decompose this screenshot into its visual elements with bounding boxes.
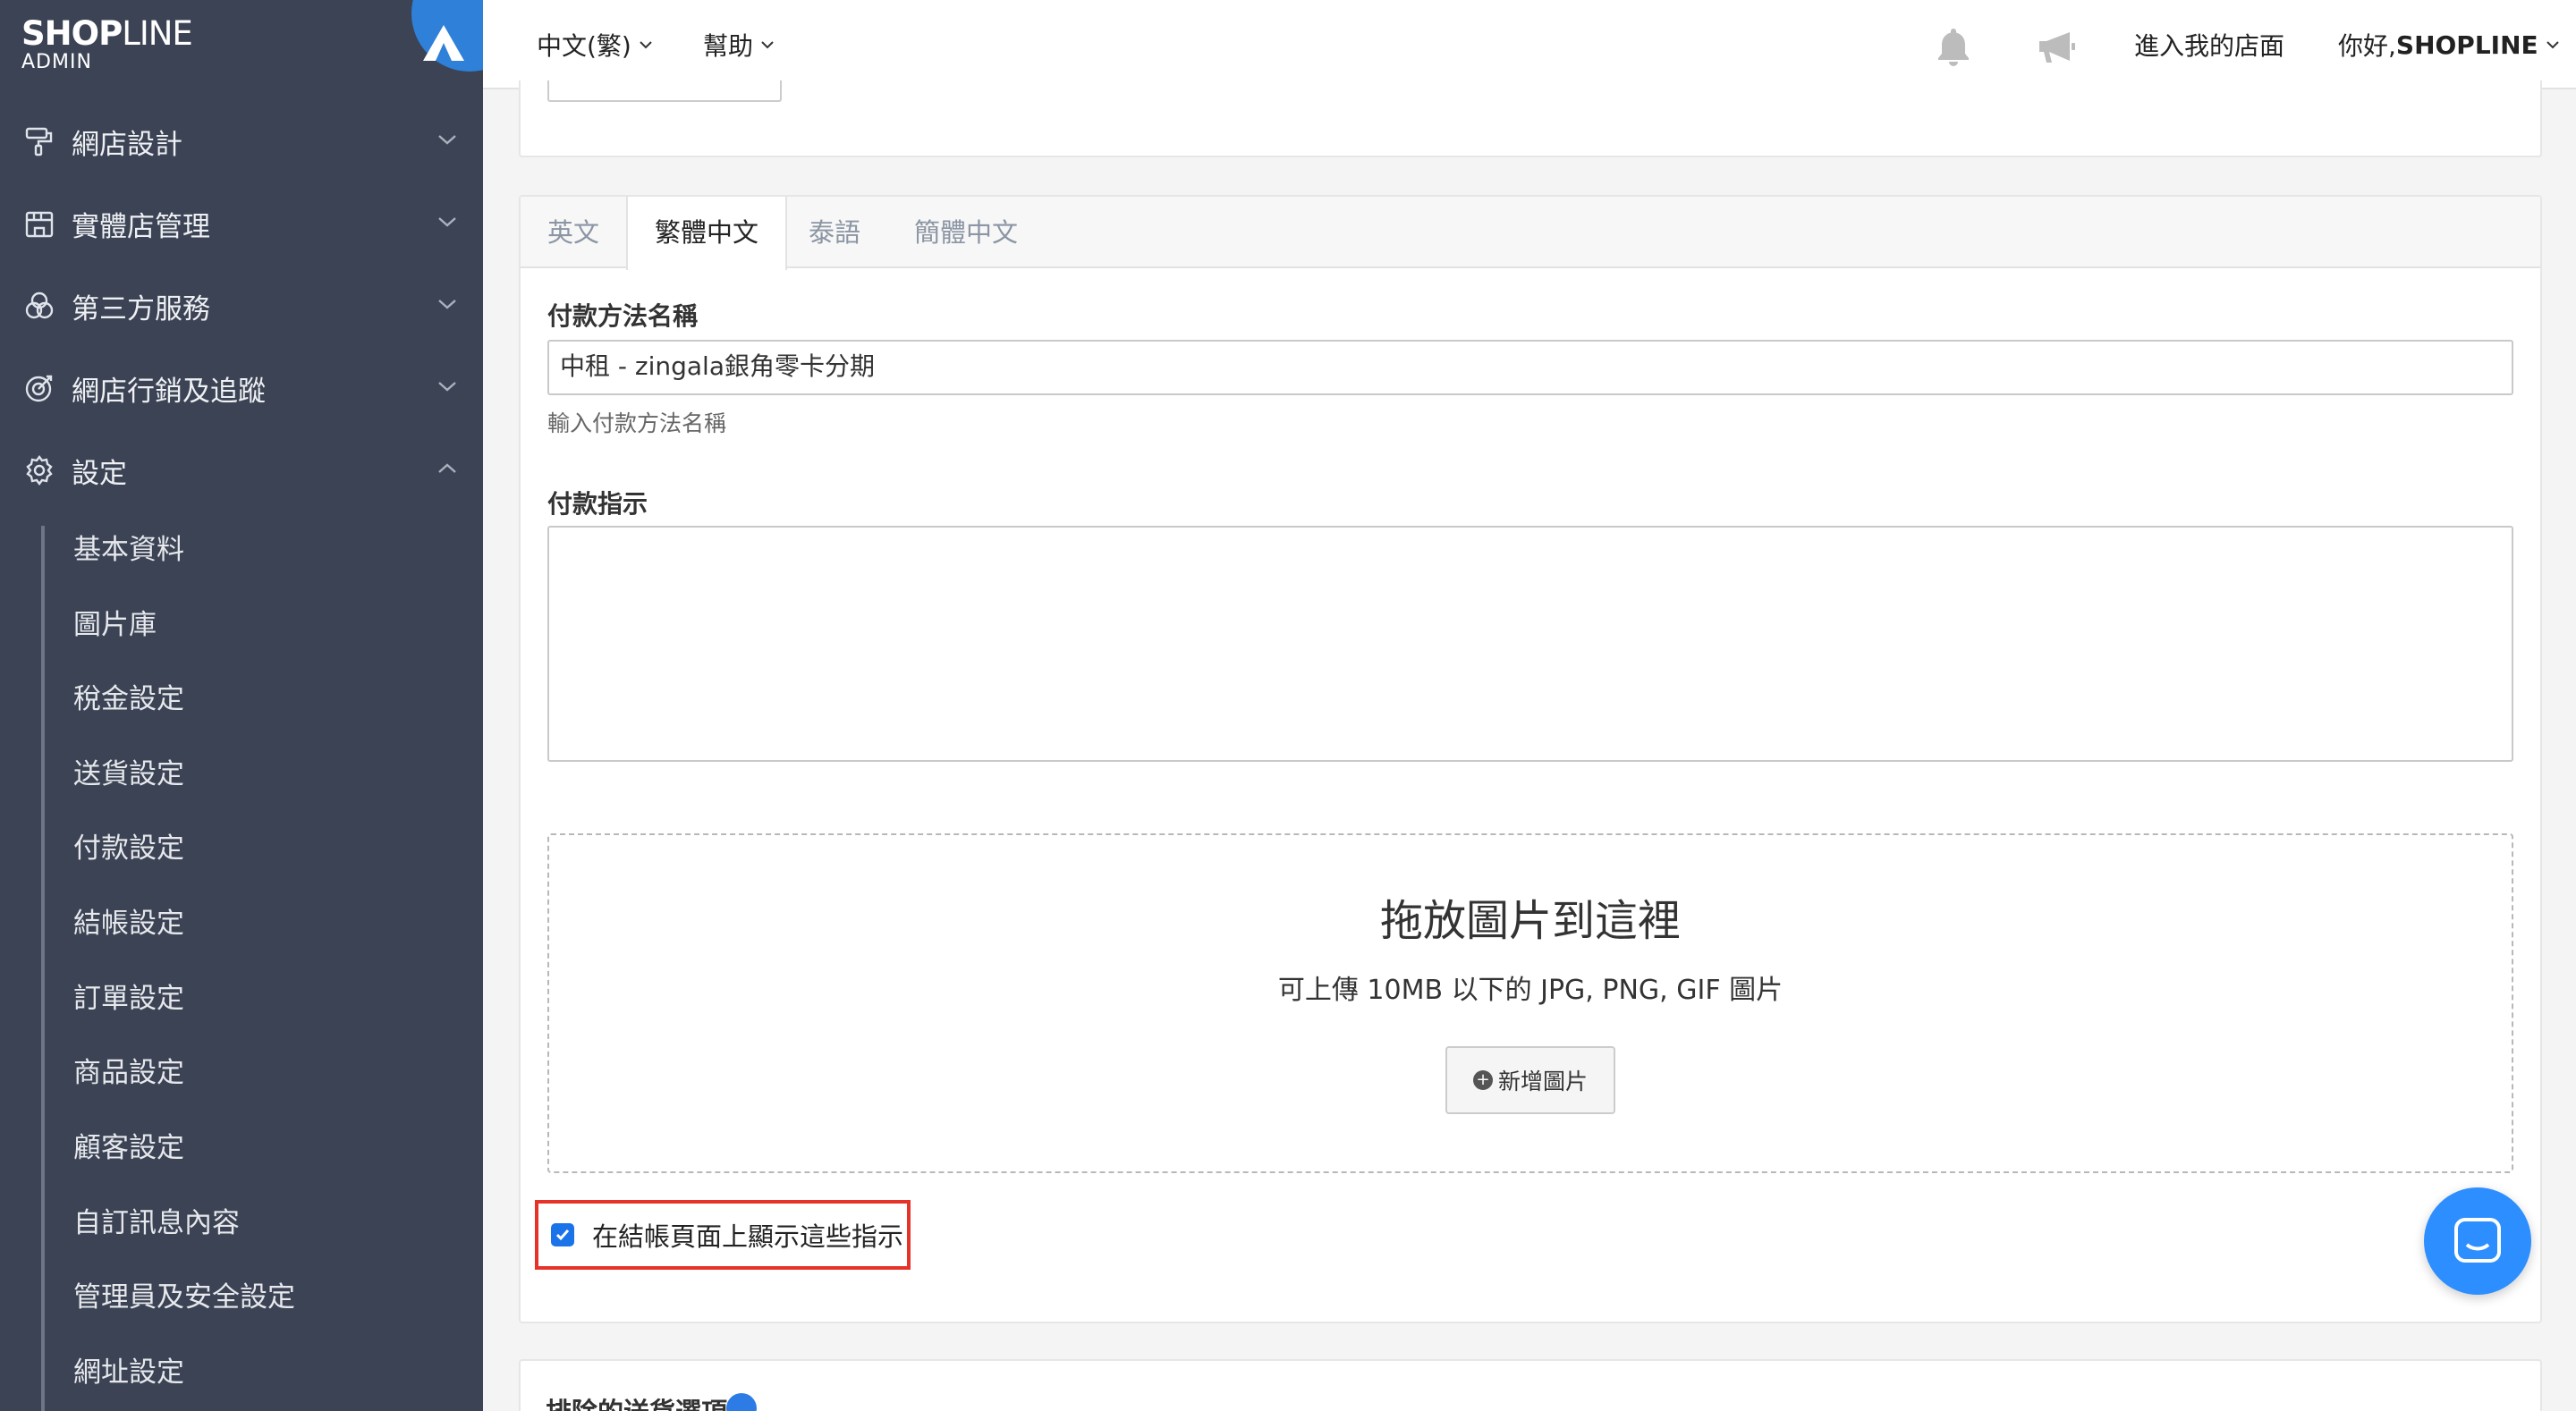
excluded-delivery-label: 排除的送貨選項 [546, 1391, 727, 1411]
dropzone-subtitle: 可上傳 10MB 以下的 JPG, PNG, GIF 圖片 [1277, 975, 1784, 1006]
instructions-textarea[interactable] [547, 526, 2513, 762]
tab-traditional-chinese[interactable]: 繁體中文 [626, 197, 788, 270]
target-icon [25, 375, 53, 402]
sidebar-item-physical-store[interactable]: 實體店管理 [0, 182, 483, 265]
logo-brand: SHOPLINE [21, 14, 193, 53]
add-image-label: 新增圖片 [1497, 1069, 1588, 1094]
sidebar-subitem-media-library[interactable]: 圖片庫 [73, 603, 157, 647]
circles-icon [25, 291, 54, 319]
chevron-down-icon [640, 41, 652, 49]
sidebar-subitem-domain[interactable]: 網址設定 [73, 1350, 184, 1395]
sidebar: SHOPLINE ADMIN 網店設計 實體店管理 第三方服務 網店行銷及追蹤 [0, 0, 483, 1411]
chat-icon [2454, 1218, 2501, 1263]
chevron-down-icon [2546, 41, 2559, 49]
show-instructions-checkbox[interactable] [551, 1223, 574, 1246]
gear-icon [26, 455, 53, 486]
checkmark-icon [555, 1229, 570, 1241]
sidebar-subitem-basic-info[interactable]: 基本資料 [73, 528, 184, 572]
tab-thai[interactable]: 泰語 [809, 197, 860, 268]
sidebar-item-marketing[interactable]: 網店行銷及追蹤 [0, 347, 483, 429]
sidebar-item-label: 網店行銷及追蹤 [72, 375, 266, 408]
language-tabs: 英文 繁體中文 泰語 簡體中文 [521, 197, 2540, 270]
shopline-logo[interactable]: SHOPLINE ADMIN [21, 14, 193, 73]
bell-icon[interactable] [1932, 25, 1975, 68]
chat-launcher-button[interactable] [2424, 1187, 2531, 1295]
sidebar-subitem-product[interactable]: 商品設定 [73, 1051, 184, 1095]
enter-store-label: 進入我的店面 [2134, 31, 2285, 61]
help-dropdown[interactable]: 幫助 [703, 27, 775, 63]
chevron-up-icon [438, 463, 456, 473]
sidebar-item-label: 網店設計 [72, 128, 182, 161]
logo-o: O [71, 14, 99, 53]
plus-circle-icon: + [1472, 1070, 1493, 1090]
sidebar-subitem-checkout[interactable]: 結帳設定 [73, 901, 184, 946]
top-bar: 中文(繁) 幫助 進入我的店面 你好, SHOPLINE [483, 0, 2576, 89]
greeting-label: 你好, [2338, 31, 2396, 61]
store-icon [25, 211, 54, 238]
sidebar-item-store-design[interactable]: 網店設計 [0, 100, 483, 182]
logo-mark-icon[interactable] [411, 0, 483, 72]
sidebar-subitem-order[interactable]: 訂單設定 [73, 976, 184, 1021]
paint-roller-icon [25, 127, 53, 156]
add-image-button[interactable]: + 新增圖片 [1445, 1046, 1615, 1114]
chevron-down-icon [438, 135, 456, 145]
sidebar-item-settings[interactable]: 設定 [0, 429, 483, 511]
sidebar-item-label: 實體店管理 [72, 210, 210, 243]
tab-english[interactable]: 英文 [547, 197, 599, 268]
image-dropzone[interactable]: 拖放圖片到這裡 可上傳 10MB 以下的 JPG, PNG, GIF 圖片 + … [547, 833, 2513, 1173]
logo-mark-shape-inner [436, 43, 452, 61]
user-name: SHOPLINE [2395, 30, 2538, 60]
logo-sub: ADMIN [21, 51, 92, 73]
sidebar-subitem-payment[interactable]: 付款設定 [73, 826, 184, 871]
chevron-down-icon [438, 217, 456, 227]
sidebar-subitem-admin-security[interactable]: 管理員及安全設定 [73, 1275, 295, 1320]
language-dropdown[interactable]: 中文(繁) [537, 27, 653, 63]
sidebar-subitem-tax[interactable]: 稅金設定 [73, 677, 184, 722]
previous-section-card [519, 80, 2542, 157]
enter-store-link[interactable]: 進入我的店面 [2134, 27, 2284, 63]
sidebar-subitem-customer[interactable]: 顧客設定 [73, 1126, 184, 1170]
show-instructions-label: 在結帳頁面上顯示這些指示 [592, 1221, 904, 1252]
payment-method-language-card: 英文 繁體中文 泰語 簡體中文 付款方法名稱 中租 - zingala銀角零卡分… [519, 195, 2542, 1323]
previous-section-button-fragment[interactable] [547, 80, 782, 102]
chevron-down-icon [438, 382, 456, 392]
payment-name-label: 付款方法名稱 [547, 301, 699, 331]
sidebar-item-label: 第三方服務 [72, 292, 210, 325]
user-menu[interactable]: 你好, SHOPLINE [2338, 27, 2560, 63]
sidebar-subitem-delivery[interactable]: 送貨設定 [73, 752, 184, 797]
dropzone-title: 拖放圖片到這裡 [1379, 896, 1681, 946]
megaphone-icon[interactable] [2034, 25, 2077, 68]
chevron-down-icon [438, 300, 456, 309]
tab-simplified-chinese[interactable]: 簡體中文 [914, 197, 1018, 268]
instructions-label: 付款指示 [547, 489, 648, 519]
payment-name-input[interactable]: 中租 - zingala銀角零卡分期 [547, 340, 2513, 395]
sidebar-item-label: 設定 [72, 457, 127, 490]
chevron-down-icon [761, 41, 774, 49]
submenu-rail [41, 526, 45, 1411]
language-label: 中文(繁) [537, 31, 631, 61]
payment-name-help: 輸入付款方法名稱 [547, 410, 727, 436]
sidebar-item-third-party[interactable]: 第三方服務 [0, 265, 483, 347]
help-label: 幫助 [703, 31, 754, 61]
sidebar-subitem-custom-message[interactable]: 自訂訊息內容 [73, 1201, 240, 1246]
excluded-delivery-card [519, 1359, 2542, 1411]
show-instructions-checkbox-row[interactable]: 在結帳頁面上顯示這些指示 [535, 1200, 911, 1270]
